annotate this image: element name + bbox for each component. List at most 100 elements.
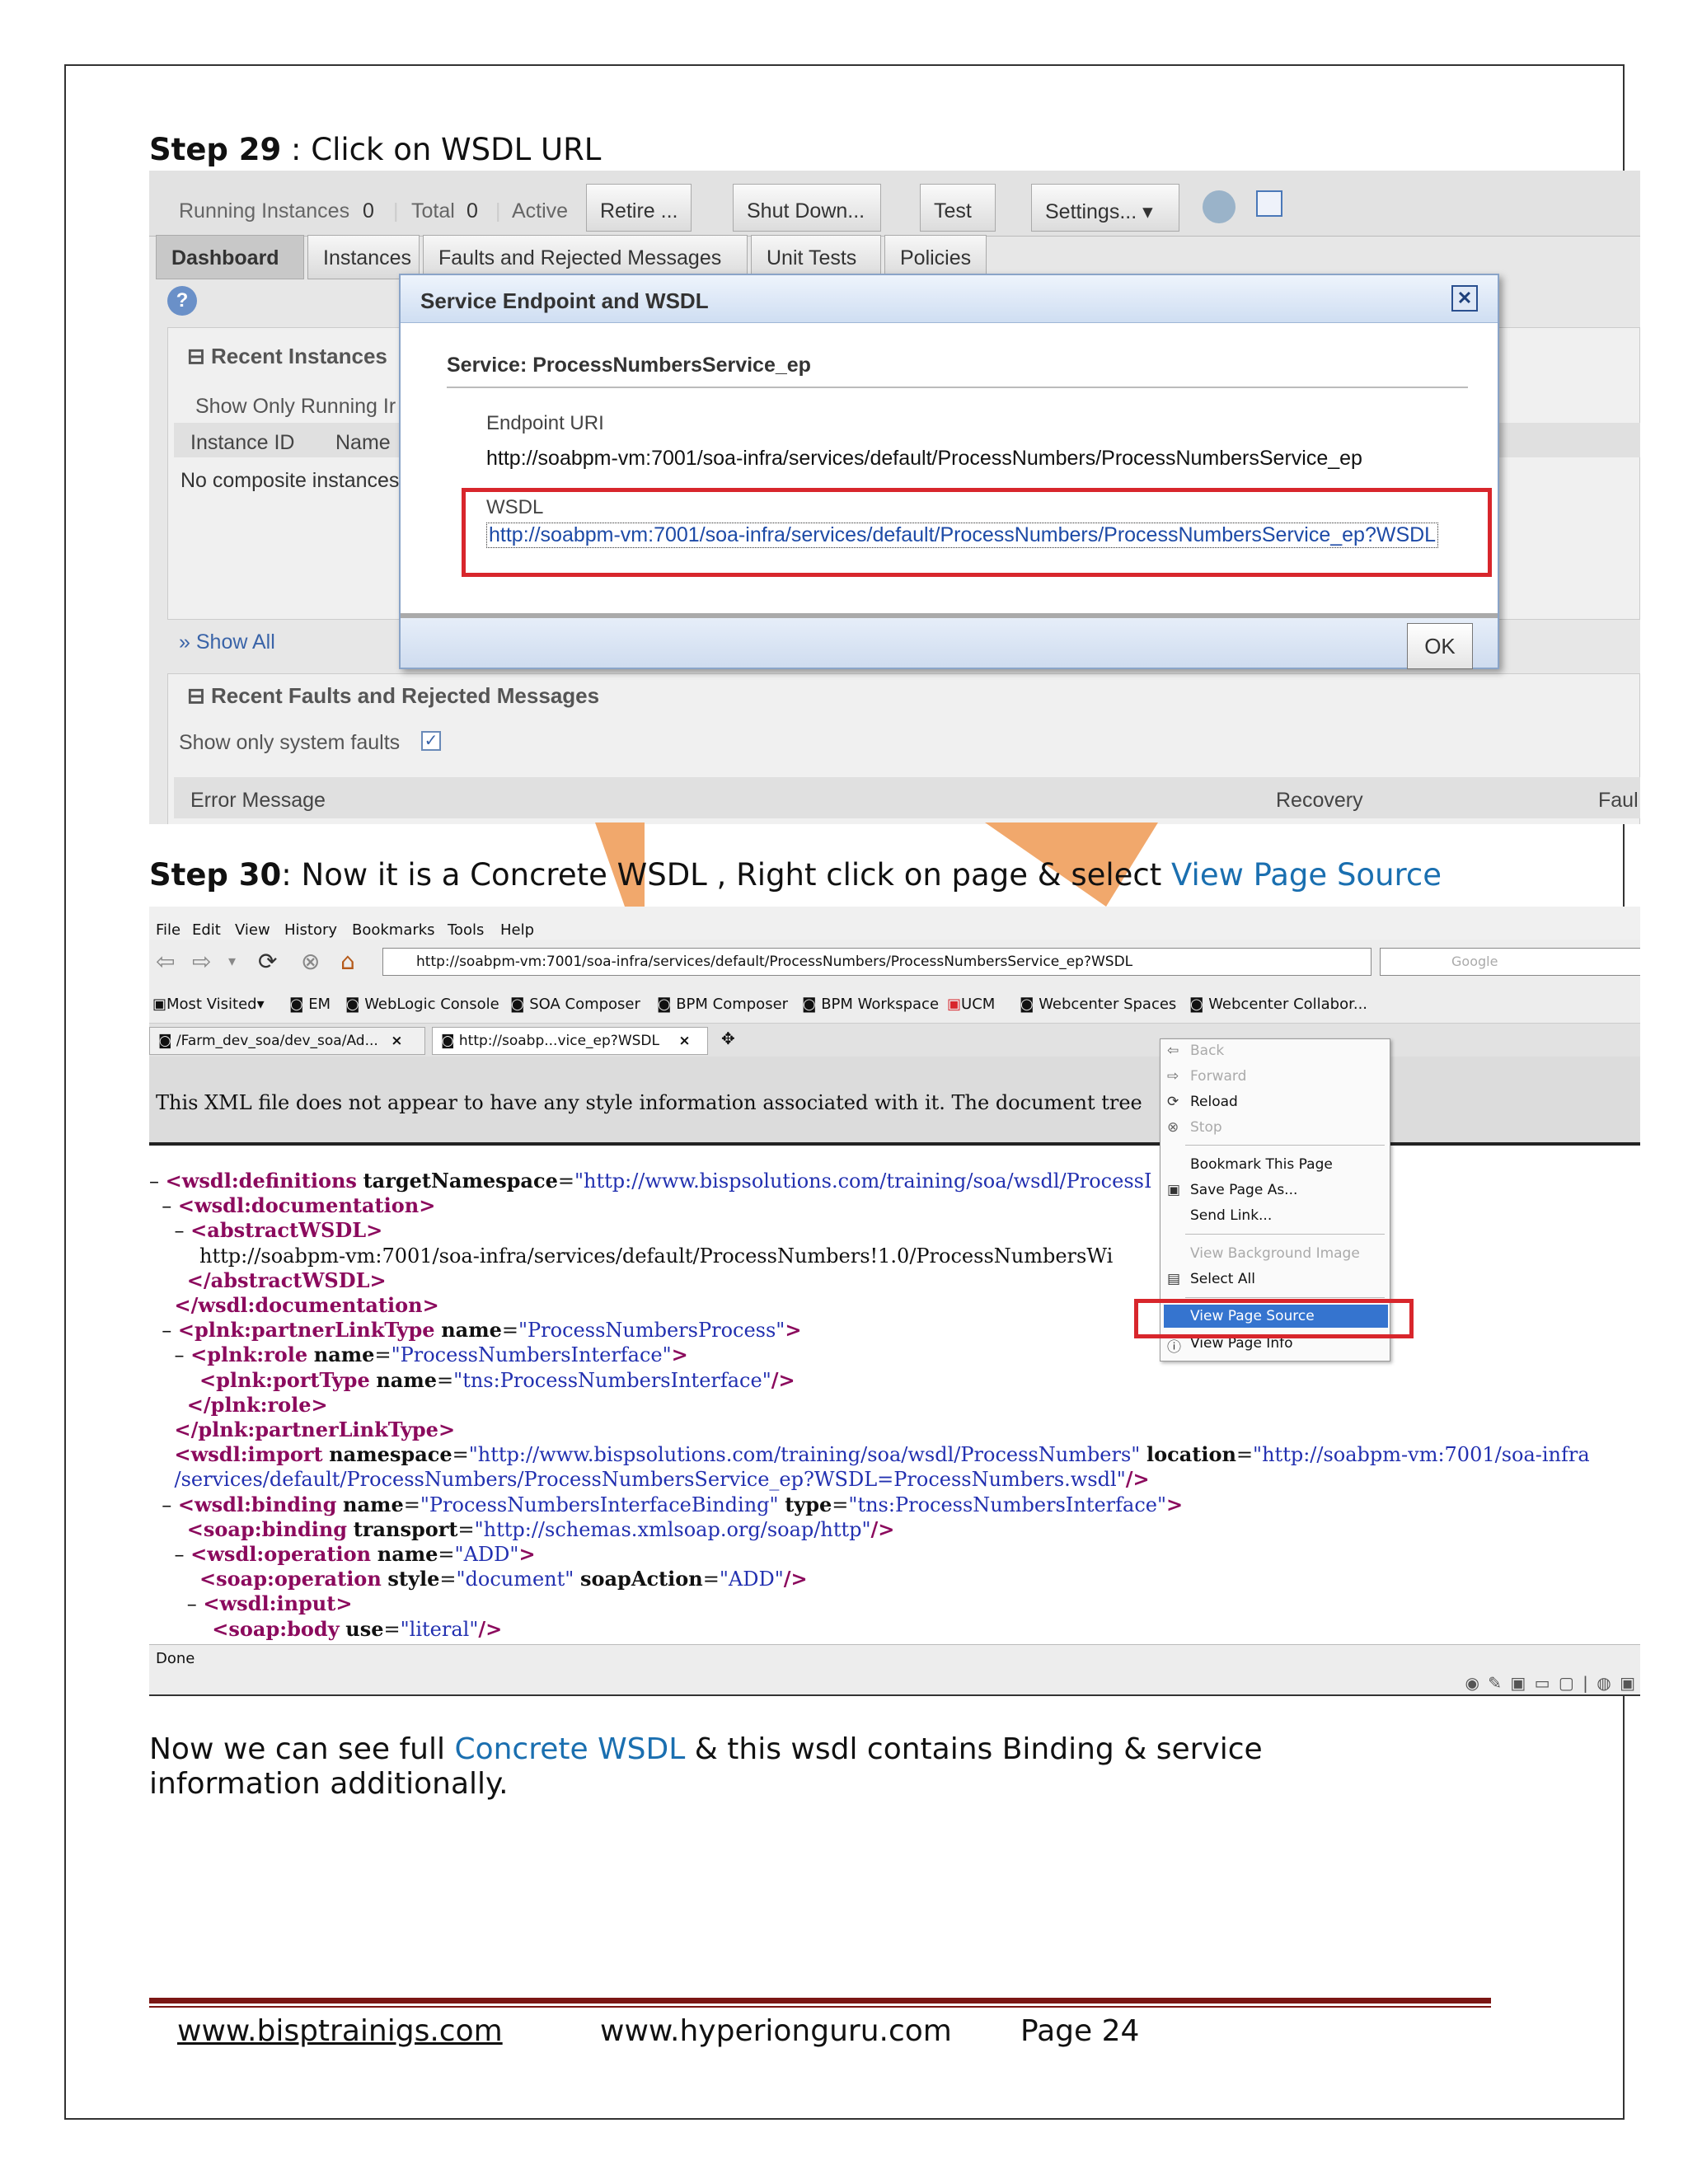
ctx-save-page[interactable]: Save Page As... bbox=[1190, 1182, 1297, 1198]
browser-tab-bar: ◙ /Farm_dev_soa/dev_soa/Ad... × ◙ http:/… bbox=[149, 1024, 1640, 1057]
retire-button[interactable]: Retire ... bbox=[586, 184, 692, 232]
show-only-running-label: Show Only Running Ir bbox=[195, 395, 396, 418]
help-icon[interactable]: ? bbox=[167, 286, 197, 316]
active-label: Active bbox=[512, 199, 569, 223]
bookmark-bpm-composer[interactable]: ◙ BPM Composer bbox=[657, 996, 788, 1013]
show-system-faults-label: Show only system faults bbox=[179, 731, 401, 754]
search-input[interactable]: Google bbox=[1380, 948, 1640, 976]
menu-bookmarks[interactable]: Bookmarks bbox=[352, 921, 435, 939]
new-tab-icon[interactable]: ✥ bbox=[721, 1029, 735, 1048]
error-message-header: Error Message bbox=[190, 789, 326, 812]
total-count: 0 bbox=[467, 199, 478, 223]
highlight-box bbox=[462, 488, 1492, 577]
tab-faults[interactable]: Faults and Rejected Messages bbox=[423, 235, 748, 279]
menu-edit[interactable]: Edit bbox=[192, 921, 221, 939]
em-tabs: Dashboard Instances Faults and Rejected … bbox=[149, 235, 1640, 279]
ctx-back[interactable]: Back bbox=[1190, 1043, 1224, 1059]
page-number: Page 24 bbox=[1020, 2014, 1140, 2048]
divider bbox=[447, 387, 1468, 388]
menu-bar: File Edit View History Bookmarks Tools H… bbox=[149, 907, 1640, 940]
em-toolbar: Running Instances 0 | Total 0 | Active R… bbox=[149, 171, 1640, 237]
stop-icon[interactable]: ⊗ bbox=[301, 948, 320, 975]
bookmark-bpm-workspace[interactable]: ◙ BPM Workspace bbox=[802, 996, 939, 1013]
bookmark-weblogic[interactable]: ◙ WebLogic Console bbox=[345, 996, 499, 1013]
browser-screenshot: File Edit View History Bookmarks Tools H… bbox=[149, 907, 1640, 1696]
bookmark-webcenter-collab[interactable]: ◙ Webcenter Collabor... bbox=[1189, 996, 1367, 1013]
summary-line-2: information additionally. bbox=[149, 1767, 509, 1801]
settings-button[interactable]: Settings... ▾ bbox=[1031, 184, 1179, 232]
dialog-title: Service Endpoint and WSDL bbox=[420, 288, 709, 313]
bookmark-ucm[interactable]: ▣UCM bbox=[947, 996, 995, 1013]
reload-icon[interactable]: ⟳ bbox=[258, 948, 277, 975]
total-label: Total bbox=[411, 199, 455, 223]
footer-rule bbox=[149, 2006, 1491, 2008]
shutdown-button[interactable]: Shut Down... bbox=[733, 184, 881, 232]
bookmark-most-visited[interactable]: ▣Most Visited▾ bbox=[152, 996, 265, 1013]
navigation-bar: ⇦ ⇨ ▾ ⟳ ⊗ ⌂ http://soabpm-vm:7001/soa-in… bbox=[149, 940, 1640, 982]
xml-notice: This XML file does not appear to have an… bbox=[149, 1057, 1640, 1146]
browser-tab[interactable]: ◙ /Farm_dev_soa/dev_soa/Ad... × bbox=[149, 1027, 425, 1055]
endpoint-uri-value: http://soabpm-vm:7001/soa-infra/services… bbox=[486, 447, 1362, 470]
name-header: Name bbox=[335, 431, 391, 454]
summary-line-1: Now we can see full Concrete WSDL & this… bbox=[149, 1732, 1263, 1766]
history-dropdown-icon[interactable]: ▾ bbox=[228, 953, 236, 970]
status-text: Done bbox=[156, 1650, 195, 1667]
ctx-view-bg-image[interactable]: View Background Image bbox=[1190, 1245, 1360, 1262]
ctx-forward[interactable]: Forward bbox=[1190, 1068, 1246, 1085]
footer-site-hyperion: www.hyperionguru.com bbox=[600, 2014, 952, 2048]
webservice-icon[interactable] bbox=[1256, 190, 1282, 217]
ctx-bookmark[interactable]: Bookmark This Page bbox=[1190, 1156, 1333, 1173]
bookmarks-toolbar: ▣Most Visited▾ ◙ EM ◙ WebLogic Console ◙… bbox=[149, 982, 1640, 1024]
instance-id-header: Instance ID bbox=[190, 431, 295, 454]
no-instances-text: No composite instances bbox=[181, 469, 400, 492]
topology-icon[interactable] bbox=[1203, 190, 1236, 223]
footer-rule bbox=[149, 1998, 1491, 2004]
em-console-screenshot: Running Instances 0 | Total 0 | Active R… bbox=[149, 171, 1640, 824]
menu-file[interactable]: File bbox=[156, 921, 181, 939]
ctx-reload[interactable]: Reload bbox=[1190, 1094, 1238, 1110]
menu-help[interactable]: Help bbox=[500, 921, 534, 939]
xml-notice-text: This XML file does not appear to have an… bbox=[156, 1091, 1142, 1114]
ok-button[interactable]: OK bbox=[1407, 623, 1473, 669]
test-button[interactable]: Test bbox=[920, 184, 996, 232]
dialog-header: Service Endpoint and WSDL ✕ bbox=[401, 275, 1498, 323]
home-icon[interactable]: ⌂ bbox=[340, 948, 355, 975]
menu-tools[interactable]: Tools bbox=[448, 921, 484, 939]
menu-view[interactable]: View bbox=[235, 921, 270, 939]
recovery-header: Recovery bbox=[1276, 789, 1363, 812]
url-bar[interactable]: http://soabpm-vm:7001/soa-infra/services… bbox=[382, 948, 1372, 976]
bookmark-webcenter-spaces[interactable]: ◙ Webcenter Spaces bbox=[1020, 996, 1176, 1013]
recent-faults-title[interactable]: ⊟ Recent Faults and Rejected Messages bbox=[187, 683, 599, 709]
service-endpoint-dialog: Service Endpoint and WSDL ✕ Service: Pro… bbox=[399, 274, 1499, 669]
tab-unit-tests[interactable]: Unit Tests bbox=[751, 235, 881, 279]
tab-instances[interactable]: Instances bbox=[307, 235, 420, 279]
forward-icon[interactable]: ⇨ bbox=[192, 948, 211, 975]
running-instances-label: Running Instances bbox=[179, 199, 350, 223]
step-29-heading: Step 29 : Click on WSDL URL bbox=[149, 132, 602, 167]
faults-header-row bbox=[174, 777, 1640, 818]
close-icon[interactable]: ✕ bbox=[1451, 285, 1478, 312]
status-bar: Done ◉ ✎ ▣ ▭ ▢ | ◍ ▣ bbox=[149, 1644, 1640, 1696]
tab-policies[interactable]: Policies bbox=[884, 235, 987, 279]
recent-instances-title[interactable]: ⊟ Recent Instances bbox=[187, 344, 387, 369]
service-name: Service: ProcessNumbersService_ep bbox=[447, 354, 811, 377]
bookmark-soa-composer[interactable]: ◙ SOA Composer bbox=[510, 996, 640, 1013]
tab-dashboard[interactable]: Dashboard bbox=[156, 235, 304, 279]
bookmark-em[interactable]: ◙ EM bbox=[289, 996, 331, 1013]
footer-link-bisp[interactable]: www.bisptrainigs.com bbox=[177, 2014, 503, 2048]
menu-history[interactable]: History bbox=[284, 921, 337, 939]
fault-header: Faul bbox=[1598, 789, 1639, 812]
ctx-select-all[interactable]: Select All bbox=[1190, 1271, 1255, 1287]
ctx-stop[interactable]: Stop bbox=[1190, 1119, 1222, 1136]
highlight-box bbox=[1134, 1299, 1414, 1338]
show-all-link[interactable]: » Show All bbox=[179, 630, 275, 654]
back-icon[interactable]: ⇦ bbox=[156, 948, 175, 975]
browser-tab-active[interactable]: ◙ http://soabp...vice_ep?WSDL × bbox=[432, 1027, 708, 1055]
ctx-send-link[interactable]: Send Link... bbox=[1190, 1207, 1272, 1224]
step-30-heading: Step 30: Now it is a Concrete WSDL , Rig… bbox=[149, 857, 1442, 893]
dropdown-arrow-icon: ▾ bbox=[1142, 200, 1153, 223]
status-icons: ◉ ✎ ▣ ▭ ▢ | ◍ ▣ bbox=[1465, 1673, 1637, 1693]
endpoint-uri-label: Endpoint URI bbox=[486, 412, 604, 434]
system-faults-checkbox[interactable]: ✓ bbox=[421, 731, 441, 751]
dialog-footer: OK bbox=[401, 613, 1498, 669]
